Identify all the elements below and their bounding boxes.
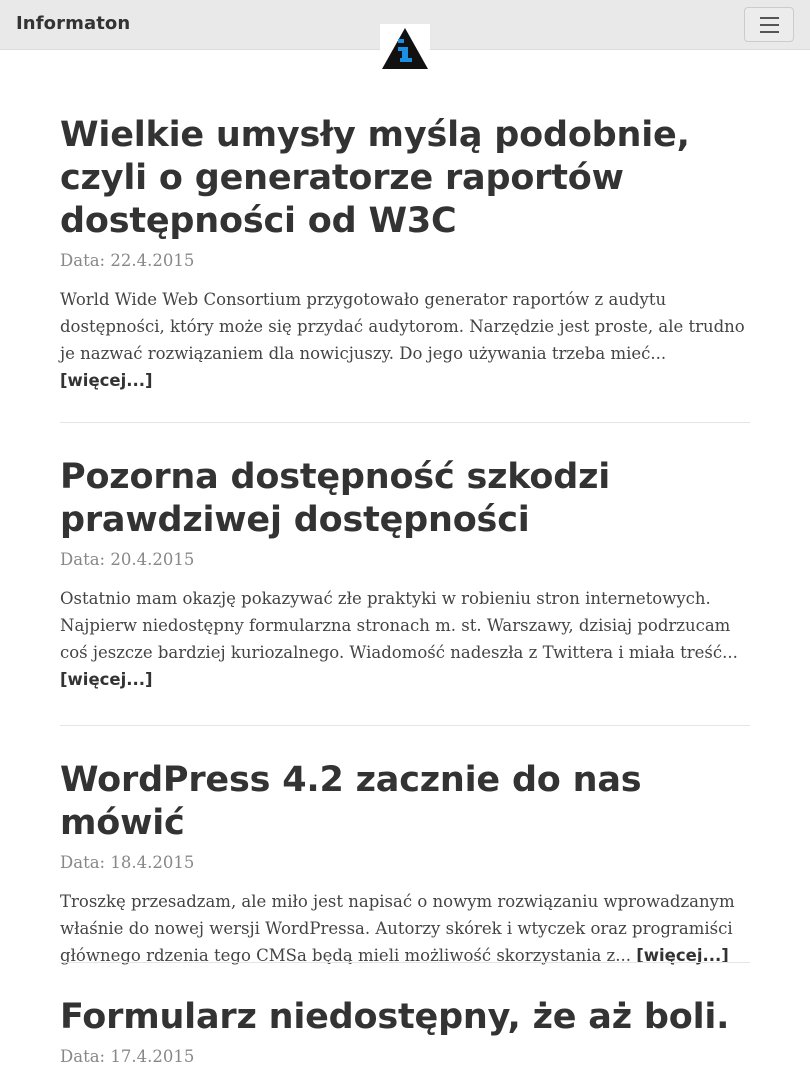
post-title-link[interactable]: WordPress 4.2 zacznie do nas mówić [60,760,642,843]
post-date: Data: 17.4.2015 [60,1047,195,1066]
post-excerpt-text: Troszkę przesadzam, ale miło jest napisa… [60,892,735,965]
post-divider [60,962,750,963]
post-divider [60,725,750,726]
post-excerpt: Troszkę przesadzam, ale miło jest napisa… [60,888,750,969]
post-item: Formularz niedostępny, że aż boli. Data:… [60,996,750,1066]
post-date: Data: 20.4.2015 [60,550,195,569]
read-more-link[interactable]: [więcej...] [60,371,153,390]
post-title: Wielkie umysły myślą podobnie, czyli o g… [60,114,750,243]
post-title: Formularz niedostępny, że aż boli. [60,996,750,1039]
post-item: WordPress 4.2 zacznie do nas mówić Data:… [60,759,750,986]
read-more-link[interactable]: [więcej...] [60,670,153,689]
post-title-link[interactable]: Pozorna dostępność szkodzi prawdziwej do… [60,457,610,540]
post-excerpt-text: Ostatnio mam okazję pokazywać złe prakty… [60,589,738,662]
post-excerpt-text: World Wide Web Consortium przygotowało g… [60,290,745,363]
site-brand-link[interactable]: Informaton [16,13,130,34]
post-title: WordPress 4.2 zacznie do nas mówić [60,759,750,845]
post-title: Pozorna dostępność szkodzi prawdziwej do… [60,456,750,542]
info-triangle-icon [380,24,430,70]
post-date: Data: 22.4.2015 [60,251,195,270]
post-title-link[interactable]: Wielkie umysły myślą podobnie, czyli o g… [60,115,690,241]
post-date: Data: 18.4.2015 [60,853,195,872]
site-logo-link[interactable] [380,24,430,70]
post-item: Pozorna dostępność szkodzi prawdziwej do… [60,456,750,710]
post-excerpt: World Wide Web Consortium przygotowało g… [60,286,750,394]
post-excerpt: Ostatnio mam okazję pokazywać złe prakty… [60,585,750,693]
menu-toggle-button[interactable] [744,7,794,42]
post-item: Wielkie umysły myślą podobnie, czyli o g… [60,114,750,411]
post-divider [60,422,750,423]
post-title-link[interactable]: Formularz niedostępny, że aż boli. [60,997,729,1037]
